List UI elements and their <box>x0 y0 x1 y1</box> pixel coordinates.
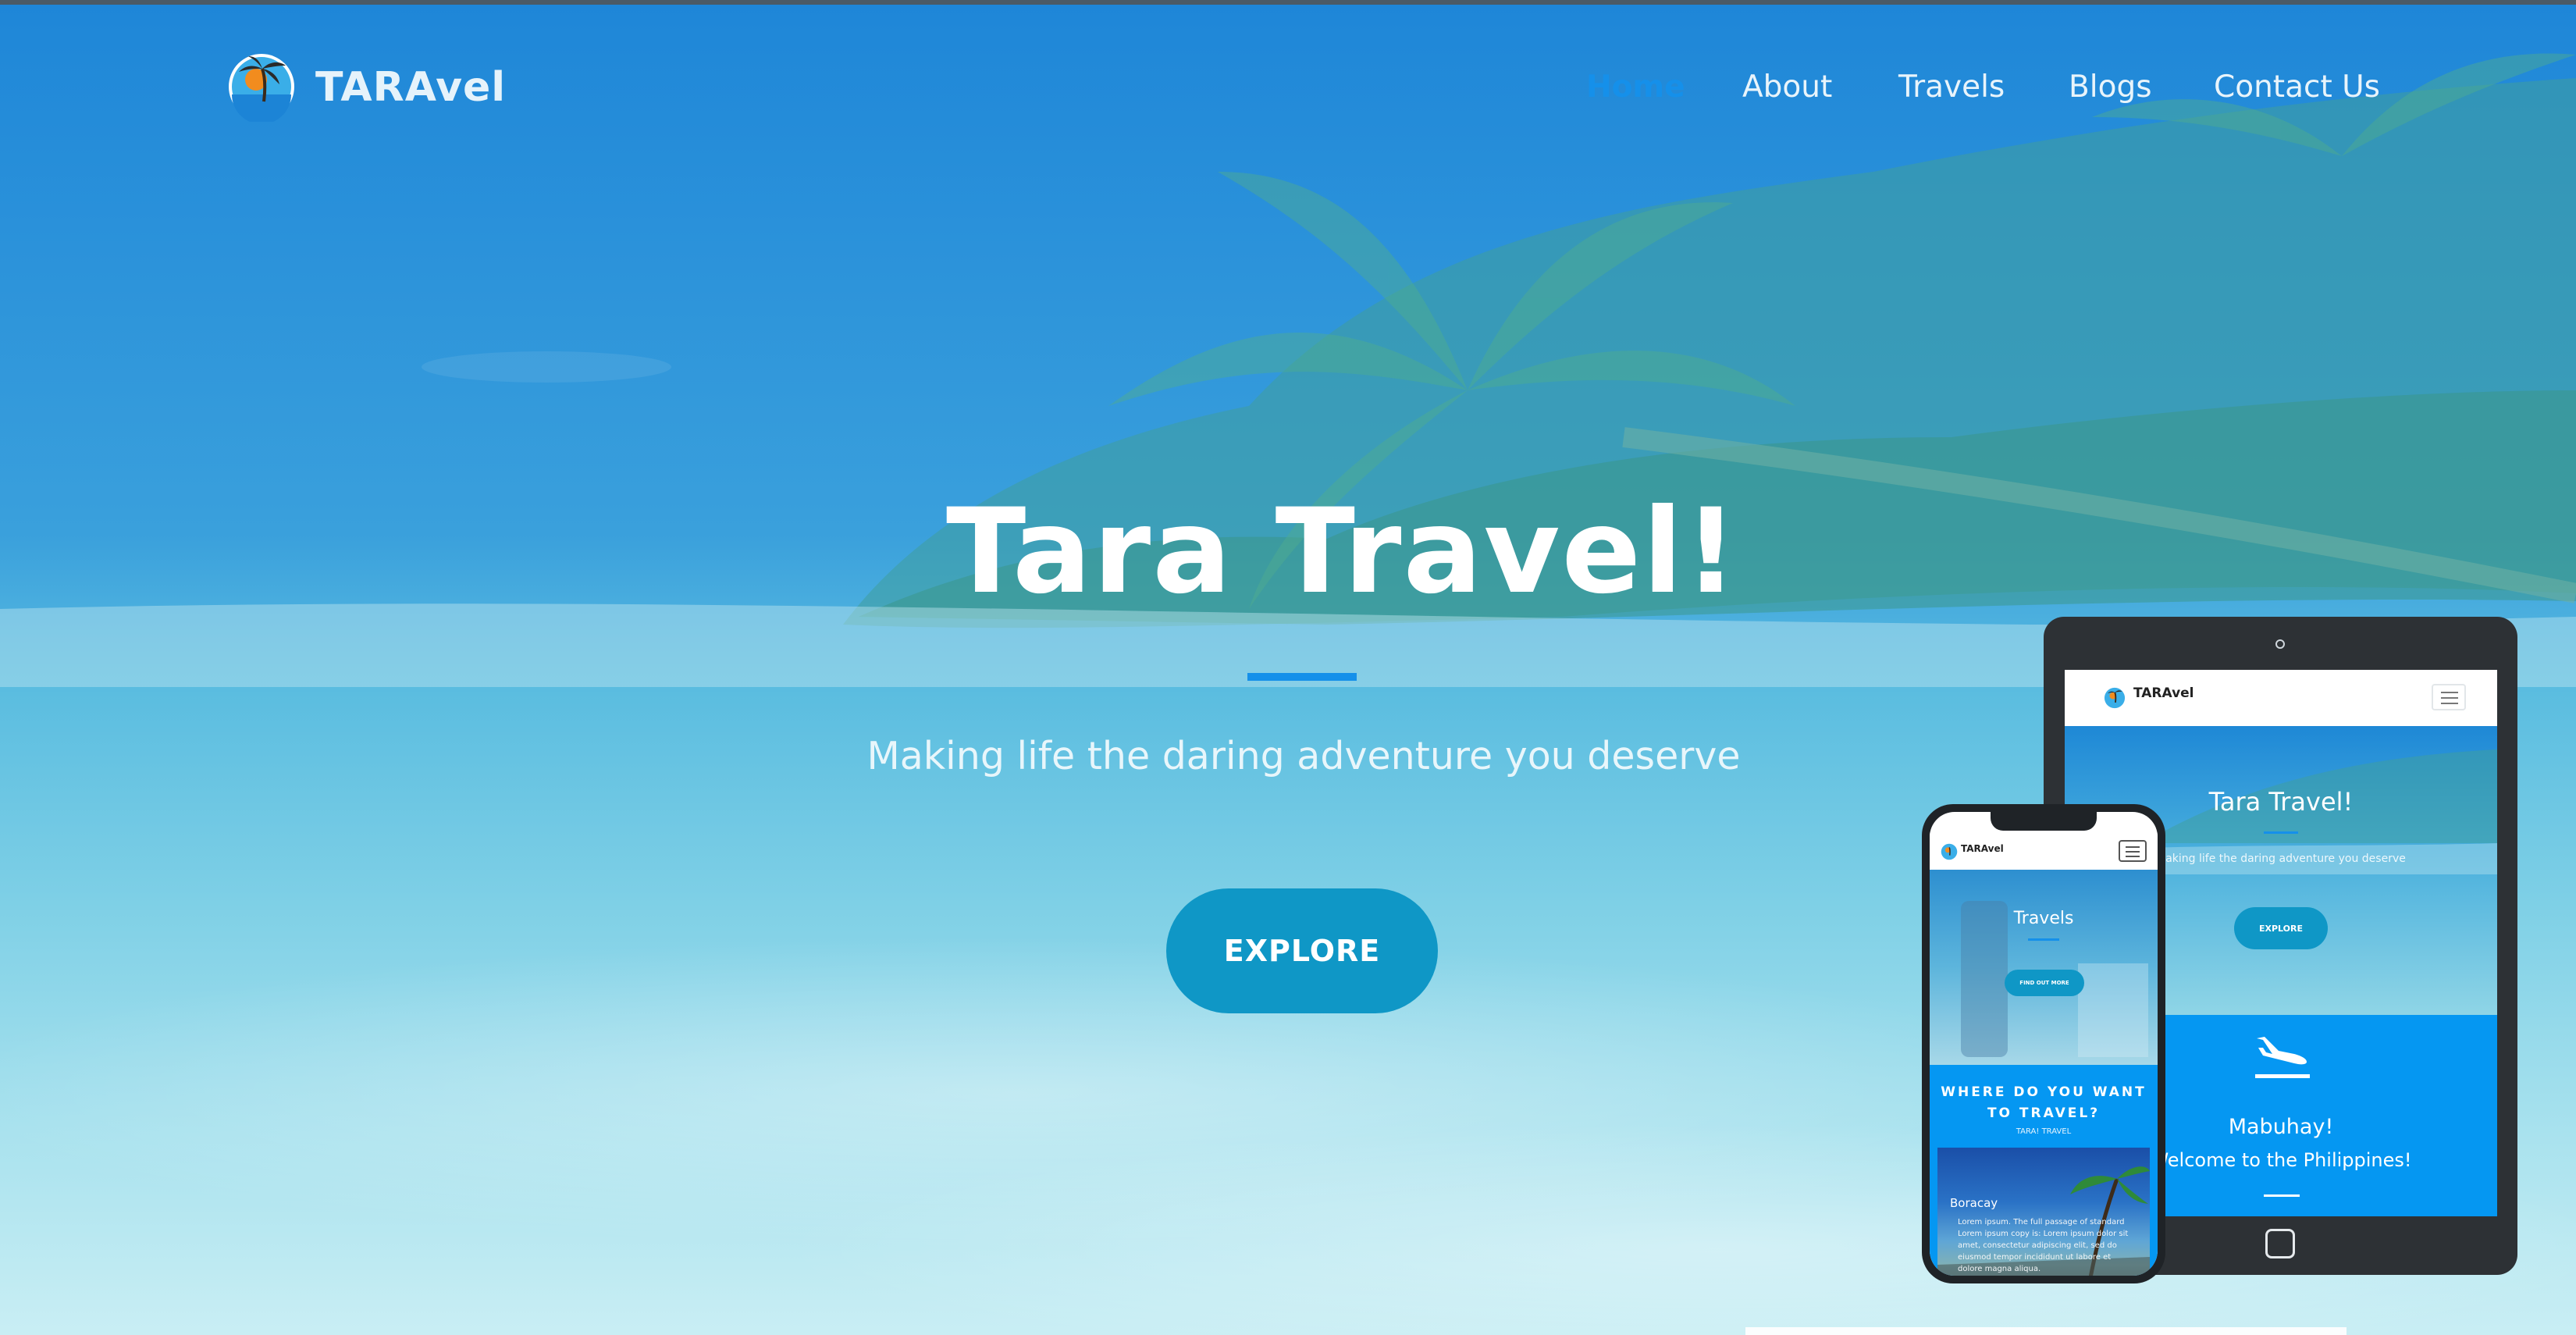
main-nav: Home About Travels Blogs Contact Us <box>0 66 2576 109</box>
phone-mockup: TARAvel Travels FIND OUT MORE WHERE DO Y… <box>1922 804 2165 1283</box>
destination-card: Boracay Lorem ipsum. The full passage of… <box>1937 1148 2150 1276</box>
nav-link-blogs[interactable]: Blogs <box>2069 66 2152 109</box>
phone-hero: Travels FIND OUT MORE <box>1930 870 2158 1065</box>
phone-find-out-more-button: FIND OUT MORE <box>2005 970 2084 996</box>
phone-section-title: WHERE DO YOU WANT TO TRAVEL? <box>1941 1084 2147 1121</box>
phone-notch <box>1991 812 2097 831</box>
tablet-header: TARAvel <box>2065 670 2497 726</box>
hero-title: Tara Travel! <box>946 484 1739 620</box>
explore-button[interactable]: EXPLORE <box>1166 888 1438 1013</box>
hero-section: TARAvel Home About Travels Blogs Contact… <box>0 0 2576 1335</box>
phone-brand: TARAvel <box>1961 843 2004 854</box>
tablet-explore-button: EXPLORE <box>2234 907 2328 949</box>
phone-destinations-section: WHERE DO YOU WANT TO TRAVEL? TARA! TRAVE… <box>1930 1065 2158 1276</box>
window-top-border <box>0 0 2576 5</box>
tablet-home-button <box>2265 1229 2295 1258</box>
nav-link-travels[interactable]: Travels <box>1898 66 2005 109</box>
tablet-brand: TARAvel <box>2133 685 2194 701</box>
phone-title-underline <box>2028 938 2059 941</box>
bottom-section-edge <box>1745 1327 2347 1335</box>
phone-hero-title: Travels <box>2013 909 2074 928</box>
phone-header: TARAvel <box>1930 832 2158 870</box>
hamburger-menu-icon <box>2432 684 2466 710</box>
palm-logo-icon <box>2104 687 2126 709</box>
phone-section-subtitle: TARA! TRAVEL <box>2016 1127 2072 1136</box>
title-underline <box>1247 673 1357 681</box>
hamburger-menu-icon <box>2119 840 2147 862</box>
destination-card-title: Boracay <box>1950 1196 1998 1210</box>
tablet-section-underline <box>2264 1194 2300 1197</box>
phone-hero-image <box>1961 901 2148 1057</box>
nav-link-contact[interactable]: Contact Us <box>2214 66 2380 109</box>
destination-card-text: Lorem ipsum. The full passage of standar… <box>1958 1218 2129 1273</box>
nav-link-home[interactable]: Home <box>1586 66 1685 109</box>
hero-subtitle: Making life the daring adventure you des… <box>866 734 1741 778</box>
nav-link-about[interactable]: About <box>1742 66 1832 109</box>
phone-screen: TARAvel Travels FIND OUT MORE WHERE DO Y… <box>1930 812 2158 1276</box>
airplane-landing-icon <box>2255 1037 2310 1078</box>
tablet-camera <box>2275 639 2285 649</box>
palm-logo-icon <box>1941 843 1958 860</box>
tablet-title-underline <box>2264 831 2298 834</box>
